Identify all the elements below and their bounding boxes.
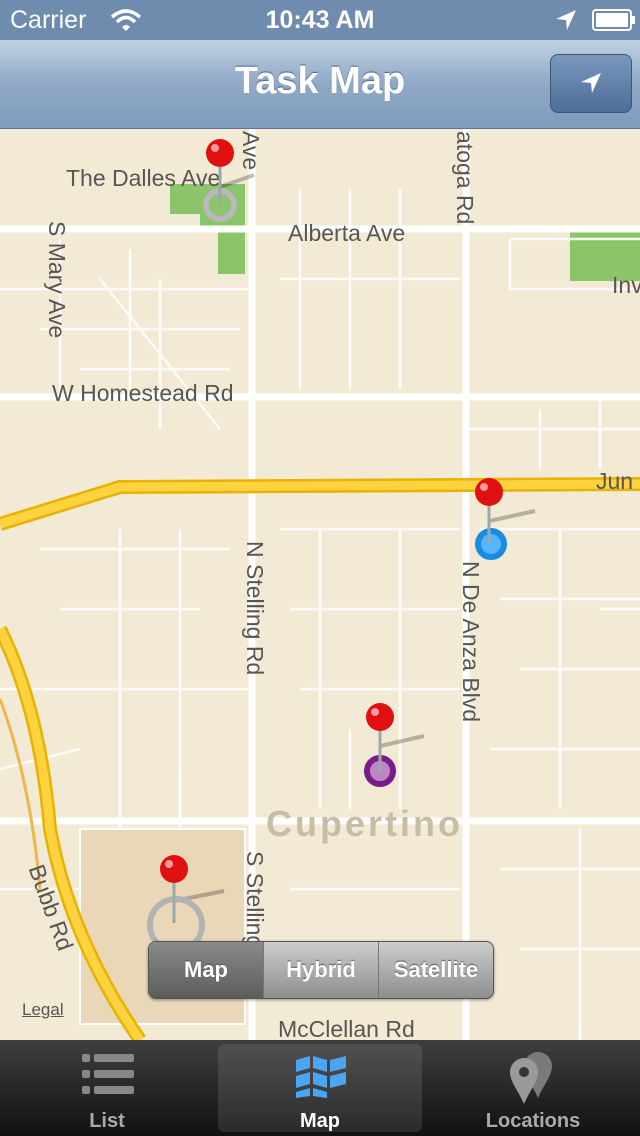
locations-pin-icon xyxy=(510,1052,552,1104)
street-label: N De Anza Blvd xyxy=(458,561,484,723)
current-location-button[interactable] xyxy=(550,54,632,113)
pin-ring xyxy=(364,703,425,787)
status-bar: Carrier 10:43 AM xyxy=(0,0,640,40)
tab-locations[interactable]: Locations xyxy=(426,1040,640,1136)
street-label: McClellan Rd xyxy=(278,1016,415,1040)
street-label: N Stelling Rd xyxy=(242,541,268,676)
tab-bar: List Map Locations xyxy=(0,1040,640,1136)
tab-label: Map xyxy=(300,1110,340,1132)
task-pin[interactable] xyxy=(465,476,545,566)
legal-link[interactable]: Legal xyxy=(22,1000,64,1020)
location-arrow-icon xyxy=(581,73,601,93)
street-label: Jun xyxy=(596,468,634,494)
tab-map[interactable]: Map xyxy=(218,1044,422,1132)
tab-list[interactable]: List xyxy=(0,1040,214,1136)
task-pin[interactable] xyxy=(196,137,266,227)
map-icon xyxy=(296,1056,346,1098)
street-label: atoga Rd xyxy=(452,131,478,225)
pin-ring xyxy=(147,855,225,954)
tab-label: Locations xyxy=(485,1110,581,1132)
pin-ring xyxy=(203,139,255,222)
battery-icon xyxy=(592,9,635,31)
segment-hybrid[interactable]: Hybrid xyxy=(264,942,379,998)
location-services-icon xyxy=(556,10,576,30)
list-icon xyxy=(82,1054,134,1094)
segment-map[interactable]: Map xyxy=(149,942,264,998)
street-label: Alberta Ave xyxy=(288,220,406,246)
task-pin[interactable] xyxy=(146,853,236,954)
navigation-bar: Task Map xyxy=(0,40,640,129)
task-pin[interactable] xyxy=(356,701,436,791)
status-time: 10:43 AM xyxy=(265,6,375,34)
map-view[interactable]: The Dalles Ave Ave Alberta Ave S Mary Av… xyxy=(0,129,640,1040)
street-label: Inv xyxy=(612,272,640,298)
street-label: S Mary Ave xyxy=(44,221,70,339)
page-title: Task Map xyxy=(234,60,406,102)
city-label: Cupertino xyxy=(266,803,463,844)
tab-label: List xyxy=(89,1110,125,1132)
pin-ring xyxy=(475,478,536,560)
street-label: W Homestead Rd xyxy=(52,380,234,406)
segment-satellite[interactable]: Satellite xyxy=(379,942,493,998)
map-streets xyxy=(0,129,640,1040)
map-type-control[interactable]: Map Hybrid Satellite xyxy=(148,941,494,999)
